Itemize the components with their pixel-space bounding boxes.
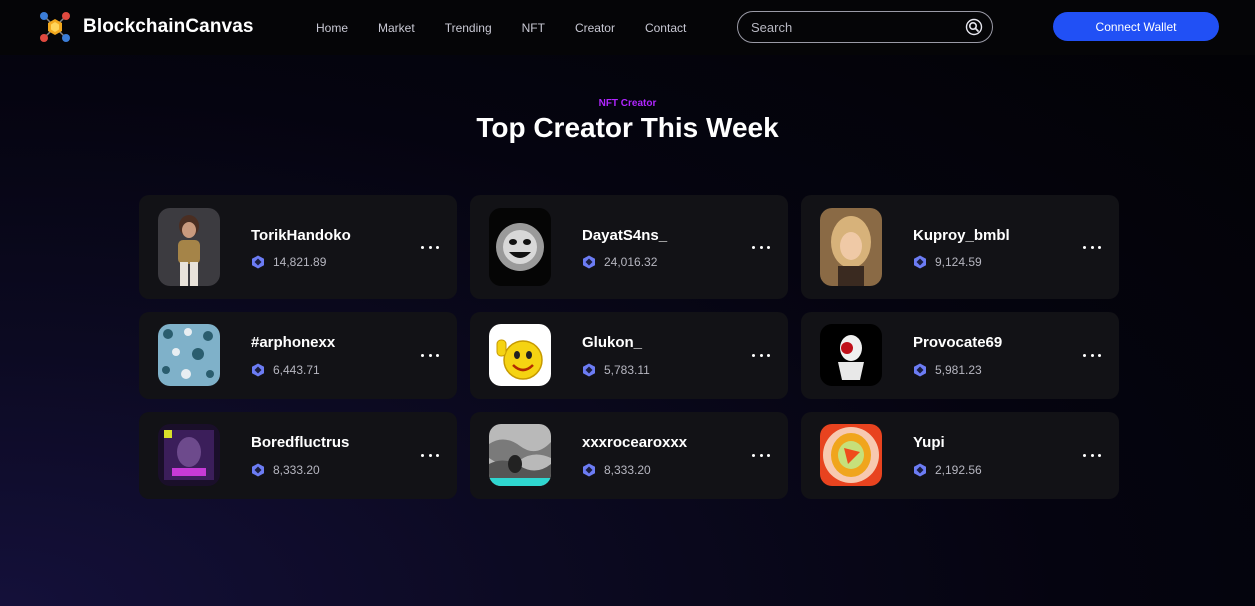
creator-card[interactable]: DayatS4ns_ 24,016.32 <box>470 195 788 299</box>
creator-card[interactable]: Glukon_ 5,783.11 <box>470 312 788 399</box>
creator-avatar <box>158 324 220 386</box>
creator-value-amount: 2,192.56 <box>935 463 982 477</box>
eth-hexagon-icon <box>582 255 596 269</box>
creator-name[interactable]: Boredfluctrus <box>251 434 349 451</box>
brand-name: BlockchainCanvas <box>83 16 254 37</box>
more-dots-icon[interactable] <box>421 350 439 360</box>
more-dots-icon[interactable] <box>1083 242 1101 252</box>
creator-value: 9,124.59 <box>913 255 982 269</box>
navbar: BlockchainCanvas Home Market Trending NF… <box>0 0 1255 55</box>
search-box <box>737 11 993 43</box>
creator-name[interactable]: TorikHandoko <box>251 227 351 244</box>
nav-home[interactable]: Home <box>316 21 348 35</box>
creator-card[interactable]: Provocate69 5,981.23 <box>801 312 1119 399</box>
nav-market[interactable]: Market <box>378 21 415 35</box>
hexagon-network-logo-icon <box>39 11 71 43</box>
more-dots-icon[interactable] <box>752 450 770 460</box>
eth-hexagon-icon <box>582 463 596 477</box>
more-dots-icon[interactable] <box>421 242 439 252</box>
more-dots-icon[interactable] <box>1083 450 1101 460</box>
eth-hexagon-icon <box>251 363 265 377</box>
creator-name[interactable]: Yupi <box>913 434 945 451</box>
connect-wallet-button[interactable]: Connect Wallet <box>1053 12 1219 41</box>
creator-value-amount: 5,981.23 <box>935 363 982 377</box>
creator-name[interactable]: #arphonexx <box>251 334 335 351</box>
creator-value-amount: 9,124.59 <box>935 255 982 269</box>
creator-avatar <box>489 208 551 286</box>
creator-value: 24,016.32 <box>582 255 657 269</box>
creator-avatar <box>158 208 220 286</box>
creator-value-amount: 8,333.20 <box>273 463 320 477</box>
creator-card[interactable]: TorikHandoko 14,821.89 <box>139 195 457 299</box>
creator-name[interactable]: Glukon_ <box>582 334 642 351</box>
creator-name[interactable]: Provocate69 <box>913 334 1002 351</box>
creator-value: 5,981.23 <box>913 363 982 377</box>
creator-value: 8,333.20 <box>582 463 651 477</box>
creator-value-amount: 6,443.71 <box>273 363 320 377</box>
eth-hexagon-icon <box>913 363 927 377</box>
creator-value-amount: 24,016.32 <box>604 255 658 269</box>
creator-value: 2,192.56 <box>913 463 982 477</box>
search-input[interactable] <box>751 19 951 35</box>
eth-hexagon-icon <box>251 255 265 269</box>
nav-contact[interactable]: Contact <box>645 21 686 35</box>
nav-creator[interactable]: Creator <box>575 21 615 35</box>
creator-value: 5,783.11 <box>582 363 650 377</box>
more-dots-icon[interactable] <box>1083 350 1101 360</box>
creator-name[interactable]: DayatS4ns_ <box>582 227 667 244</box>
creator-card[interactable]: xxxrocearoxxx 8,333.20 <box>470 412 788 499</box>
creator-card[interactable]: Yupi 2,192.56 <box>801 412 1119 499</box>
more-dots-icon[interactable] <box>752 242 770 252</box>
creator-avatar <box>489 324 551 386</box>
creator-avatar <box>820 324 882 386</box>
main-nav: Home Market Trending NFT Creator Contact <box>316 0 716 55</box>
creator-value: 6,443.71 <box>251 363 320 377</box>
brand[interactable]: BlockchainCanvas <box>39 11 254 43</box>
more-dots-icon[interactable] <box>752 350 770 360</box>
creator-value-amount: 8,333.20 <box>604 463 651 477</box>
eth-hexagon-icon <box>913 463 927 477</box>
more-dots-icon[interactable] <box>421 450 439 460</box>
creator-card[interactable]: Kuproy_bmbl 9,124.59 <box>801 195 1119 299</box>
creator-card[interactable]: Boredfluctrus 8,333.20 <box>139 412 457 499</box>
nav-trending[interactable]: Trending <box>445 21 492 35</box>
creator-avatar <box>820 424 882 486</box>
creator-avatar <box>489 424 551 486</box>
eth-hexagon-icon <box>251 463 265 477</box>
section-title: Top Creator This Week <box>476 112 779 143</box>
creator-avatar <box>820 208 882 286</box>
search-icon[interactable] <box>965 18 983 36</box>
creator-avatar <box>158 424 220 486</box>
nav-nft[interactable]: NFT <box>522 21 545 35</box>
creator-card[interactable]: #arphonexx 6,443.71 <box>139 312 457 399</box>
creator-name[interactable]: xxxrocearoxxx <box>582 434 687 451</box>
creator-name[interactable]: Kuproy_bmbl <box>913 227 1010 244</box>
creator-value: 14,821.89 <box>251 255 326 269</box>
section-eyebrow: NFT Creator <box>598 98 657 109</box>
creator-value-amount: 5,783.11 <box>604 363 650 377</box>
eth-hexagon-icon <box>582 363 596 377</box>
creator-value-amount: 14,821.89 <box>273 255 327 269</box>
creator-value: 8,333.20 <box>251 463 320 477</box>
eth-hexagon-icon <box>913 255 927 269</box>
